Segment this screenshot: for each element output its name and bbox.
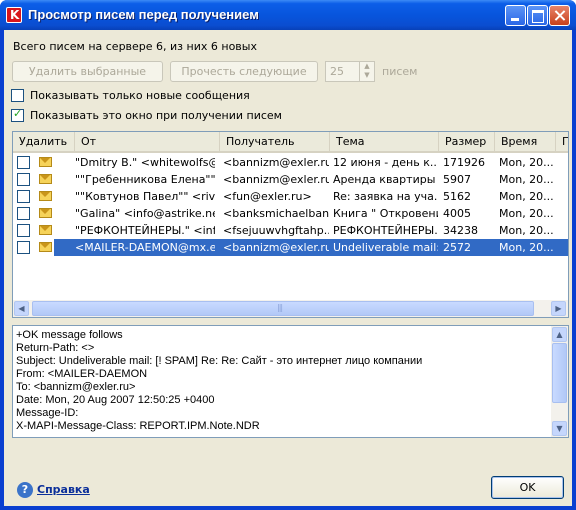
read-next-button[interactable]: Прочесть следующие (170, 61, 318, 82)
cell-time: Mon, 20... (499, 156, 554, 169)
cell-size: 5907 (443, 173, 471, 186)
column-recipient[interactable]: Получатель (220, 132, 330, 151)
cell-from: "Dmitry B." <whitewolfs@... (75, 156, 215, 169)
envelope-icon (39, 157, 52, 167)
show-only-new-checkbox[interactable] (11, 89, 24, 102)
delete-selected-button[interactable]: Удалить выбранные (12, 61, 163, 82)
cell-recipient: <bannizm@exler.ru> (223, 173, 329, 186)
preview-line: X-MAPI-Message-Class: REPORT.IPM.Note.ND… (16, 420, 260, 432)
horizontal-scroll-thumb[interactable] (32, 301, 534, 316)
cell-recipient: <bannizm@exler.ru> (223, 241, 329, 254)
cell-subject: 12 июня - день к... (333, 156, 438, 169)
window-title: Просмотр писем перед получением (28, 7, 259, 22)
column-from[interactable]: От (75, 132, 220, 151)
cell-recipient: <banksmichaelbank... (223, 207, 329, 220)
spinner-arrows[interactable]: ▲ ▼ (359, 62, 374, 81)
row-delete-checkbox[interactable] (17, 224, 30, 237)
show-only-new-label: Показывать только новые сообщения (30, 89, 250, 102)
preview-line: Subject: Undeliverable mail: [! SPAM] Re… (16, 355, 423, 367)
column-size[interactable]: Размер (439, 132, 495, 151)
count-spinner[interactable]: 25 ▲ ▼ (325, 61, 375, 82)
cell-subject: Undeliverable mail: ... (333, 241, 438, 254)
envelope-icon (39, 174, 52, 184)
spin-down-icon[interactable]: ▼ (360, 71, 374, 80)
cell-time: Mon, 20... (499, 241, 554, 254)
vertical-scroll-thumb[interactable] (552, 343, 567, 403)
cell-subject: Аренда квартиры (333, 173, 436, 186)
envelope-icon (39, 225, 52, 235)
row-delete-checkbox[interactable] (17, 190, 30, 203)
cell-from: "РЕФКОНТЕЙНЕРЫ." <info... (75, 224, 215, 237)
cell-size: 171926 (443, 156, 485, 169)
show-on-receive-label: Показывать это окно при получении писем (30, 109, 282, 122)
cell-time: Mon, 20... (499, 190, 554, 203)
cell-size: 4005 (443, 207, 471, 220)
column-time[interactable]: Время (495, 132, 556, 151)
cell-from: ""Ковтунов Павел"" <rive... (75, 190, 215, 203)
row-delete-checkbox[interactable] (17, 173, 30, 186)
kaspersky-app-icon (6, 7, 22, 23)
spin-up-icon[interactable]: ▲ (360, 62, 374, 71)
message-source-preview[interactable]: +OK message follows Return-Path: <> Subj… (12, 325, 569, 438)
minimize-button[interactable] (505, 5, 526, 26)
dialog-window: Просмотр писем перед получением Всего пи… (0, 0, 576, 510)
preview-line: Return-Path: <> (16, 342, 95, 354)
row-delete-checkbox[interactable] (17, 241, 30, 254)
table-row[interactable]: "РЕФКОНТЕЙНЕРЫ." <info... <fsejuuwvhgfta… (13, 222, 568, 239)
row-delete-checkbox[interactable] (17, 156, 30, 169)
envelope-icon (39, 191, 52, 201)
column-delete[interactable]: Удалить (13, 132, 75, 151)
count-value: 25 (330, 65, 344, 78)
cell-time: Mon, 20... (499, 173, 554, 186)
cell-subject: Re: заявка на уча... (333, 190, 438, 203)
preview-line: Date: Mon, 20 Aug 2007 12:50:25 +0400 (16, 394, 215, 406)
horizontal-scrollbar[interactable]: ◀ ▶ (13, 300, 568, 317)
list-header: Удалить От Получатель Тема Размер Время … (13, 132, 568, 153)
column-subject[interactable]: Тема (330, 132, 439, 151)
row-delete-checkbox[interactable] (17, 207, 30, 220)
table-row[interactable]: "Dmitry B." <whitewolfs@... <bannizm@exl… (13, 154, 568, 171)
ok-button[interactable]: OK (491, 476, 564, 499)
maximize-button[interactable] (527, 5, 548, 26)
mail-count-info: Всего писем на сервере 6, из них 6 новых (13, 40, 257, 53)
cell-time: Mon, 20... (499, 207, 554, 220)
cell-subject: РЕФКОНТЕЙНЕРЫ. (333, 224, 438, 237)
table-row[interactable]: ""Гребенникова Елена"" ... <bannizm@exle… (13, 171, 568, 188)
scroll-right-icon[interactable]: ▶ (551, 301, 566, 316)
envelope-icon (39, 242, 52, 252)
preview-line: Message-ID: (16, 407, 79, 419)
cell-from: "Galina" <info@astrike.net> (75, 207, 215, 220)
close-button[interactable] (549, 5, 570, 26)
cell-size: 2572 (443, 241, 471, 254)
cell-subject: Книга " Откровения" (333, 207, 438, 220)
cell-from: <MAILER-DAEMON@mx.e... (75, 241, 215, 254)
help-icon[interactable]: ? (17, 482, 33, 498)
scroll-down-icon[interactable]: ▼ (552, 421, 567, 436)
table-row[interactable]: ""Ковтунов Павел"" <rive... <fun@exler.r… (13, 188, 568, 205)
title-bar[interactable]: Просмотр писем перед получением (0, 0, 576, 30)
help-link[interactable]: Справка (37, 483, 90, 496)
vertical-scrollbar[interactable]: ▲ ▼ (551, 326, 568, 437)
count-unit-label: писем (382, 65, 418, 78)
cell-recipient: <fsejuuwvhgftahp... (223, 224, 329, 237)
envelope-icon (39, 208, 52, 218)
dialog-body: Всего писем на сервере 6, из них 6 новых… (4, 30, 572, 506)
preview-line: To: <bannizm@exler.ru> (16, 381, 136, 393)
preview-line: From: <MAILER-DAEMON (16, 368, 148, 380)
table-row[interactable]: "Galina" <info@astrike.net> <banksmichae… (13, 205, 568, 222)
show-on-receive-checkbox[interactable] (11, 107, 24, 122)
scroll-left-icon[interactable]: ◀ (14, 301, 29, 316)
messages-list[interactable]: Удалить От Получатель Тема Размер Время … (12, 131, 569, 318)
preview-line: +OK message follows (16, 329, 123, 341)
cell-size: 34238 (443, 224, 478, 237)
scroll-up-icon[interactable]: ▲ (552, 327, 567, 342)
cell-recipient: <fun@exler.ru> (223, 190, 312, 203)
cell-time: Mon, 20... (499, 224, 554, 237)
column-extra[interactable]: П (556, 132, 568, 151)
cell-from: ""Гребенникова Елена"" ... (75, 173, 215, 186)
cell-size: 5162 (443, 190, 471, 203)
cell-recipient: <bannizm@exler.ru> (223, 156, 329, 169)
table-row-selected[interactable]: <MAILER-DAEMON@mx.e... <bannizm@exler.r u… (13, 239, 568, 256)
